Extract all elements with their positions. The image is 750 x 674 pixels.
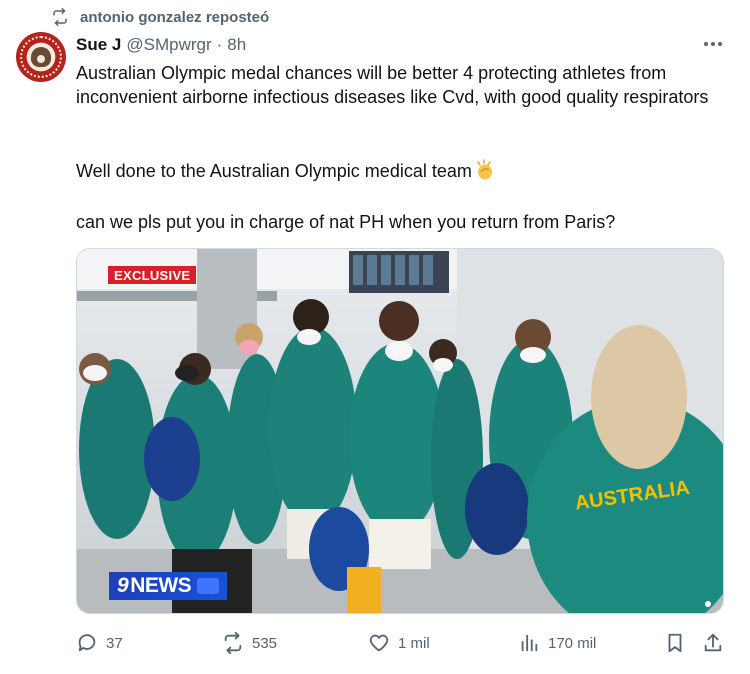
tweet-paragraph-3: can we pls put you in charge of nat PH w… xyxy=(76,212,616,232)
like-button[interactable]: 1 mil xyxy=(368,630,430,656)
separator: · xyxy=(216,35,223,54)
tweet-paragraph-2-text: Well done to the Australian Olympic medi… xyxy=(76,161,472,181)
views-chart-icon xyxy=(521,634,538,652)
carousel-indicator xyxy=(705,601,711,607)
reply-button[interactable]: 37 xyxy=(76,630,123,656)
repost-label: antonio gonzalez reposteó xyxy=(80,8,270,26)
reply-icon xyxy=(78,634,96,652)
views-count: 170 mil xyxy=(548,634,597,652)
share-icon xyxy=(704,633,722,652)
timestamp[interactable]: 8h xyxy=(227,35,246,55)
bookmark-button[interactable] xyxy=(664,630,686,656)
share-button[interactable] xyxy=(702,630,724,656)
news-text: NEWS xyxy=(130,574,192,597)
repost-context[interactable]: antonio gonzalez reposteó xyxy=(50,6,269,28)
more-dot xyxy=(718,42,722,46)
tweet-actions: 37 535 1 mil 170 mil xyxy=(76,630,726,656)
exclusive-badge: EXCLUSIVE xyxy=(108,266,197,284)
airport-scene-image: AUSTRALIA xyxy=(77,249,723,613)
views-button[interactable]: 170 mil xyxy=(518,630,596,656)
author-name[interactable]: Sue J xyxy=(76,35,121,55)
repost-button[interactable]: 535 xyxy=(222,630,277,656)
like-count: 1 mil xyxy=(398,634,430,652)
tweet-paragraph-2: Well done to the Australian Olympic medi… xyxy=(76,159,726,183)
author-handle[interactable]: @SMpwrgr xyxy=(126,35,211,55)
tweet-media-video[interactable]: AUSTRALIA EXCLUSIVE 9 NEWS xyxy=(76,248,724,614)
more-dot xyxy=(711,42,715,46)
exclusive-text: EXCLUSIVE xyxy=(114,267,191,283)
nine-news-logo: 9 NEWS xyxy=(109,572,228,600)
repost-icon xyxy=(50,7,70,27)
bookmark-icon xyxy=(668,633,682,653)
nine-number: 9 xyxy=(117,574,129,597)
avatar[interactable] xyxy=(16,32,66,82)
reply-count: 37 xyxy=(106,634,123,652)
australia-map-icon xyxy=(197,578,220,594)
tweet-header: Sue J @SMpwrgr · 8h xyxy=(76,34,246,56)
clapping-hands-icon xyxy=(474,159,496,181)
repost-count: 535 xyxy=(252,634,278,652)
more-options-icon[interactable] xyxy=(700,34,726,54)
repost-icon xyxy=(224,632,242,654)
avatar-dog-image xyxy=(31,47,51,67)
heart-icon xyxy=(369,634,389,652)
tweet-paragraph-1: Australian Olympic medal chances will be… xyxy=(76,63,709,107)
more-dot xyxy=(704,42,708,46)
